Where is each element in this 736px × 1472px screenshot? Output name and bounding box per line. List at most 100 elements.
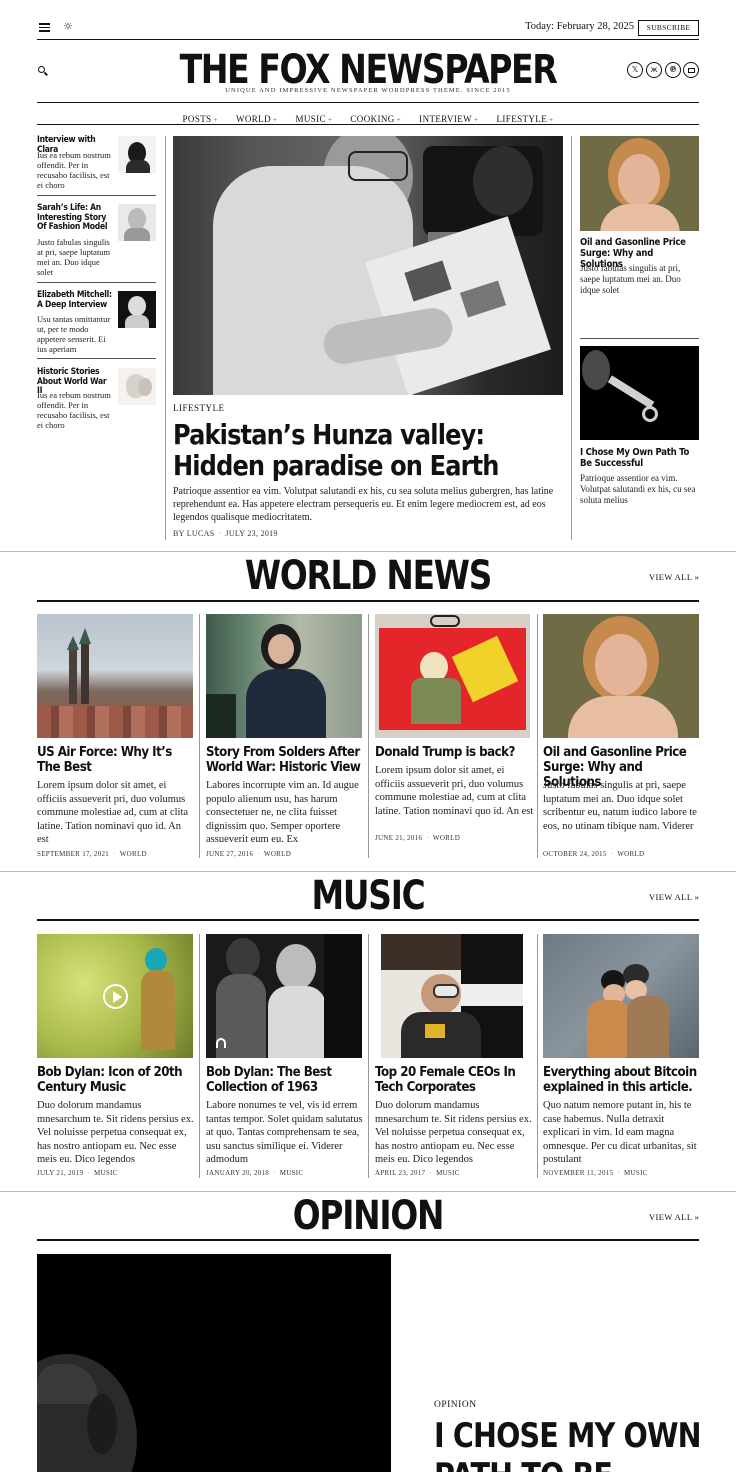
card-meta: JULY 21, 2019 · MUSIC — [37, 1169, 118, 1177]
nav-divider — [37, 124, 699, 125]
audio-icon[interactable] — [216, 1038, 226, 1048]
sidebar-item-title[interactable]: Elizabeth Mitchell: A Deep Interview — [37, 290, 114, 310]
card-image[interactable] — [543, 934, 699, 1058]
sidebar-item-thumbnail[interactable] — [118, 368, 156, 405]
menu-icon[interactable] — [39, 22, 51, 32]
nav-item-world[interactable]: WORLD + — [236, 114, 277, 124]
search-icon[interactable] — [38, 66, 48, 76]
sidebar-right-excerpt: Justo fabulas singulis at pri, saepe lup… — [580, 263, 681, 295]
world-news-view-all[interactable]: VIEW ALL » — [649, 572, 699, 582]
card-category[interactable]: MUSIC — [436, 1169, 460, 1177]
sidebar-item-excerpt: Ius ea rebum nostrum offendit. Per in re… — [37, 150, 111, 190]
hero-category[interactable]: LIFESTYLE — [173, 403, 225, 413]
sidebar-item-thumbnail[interactable] — [118, 291, 156, 328]
hero-title[interactable]: Pakistan’s Hunza valley: Hidden paradise… — [173, 419, 593, 481]
world-news-title[interactable]: WORLD NEWS — [168, 553, 568, 599]
site-title[interactable]: THE FOX NEWSPAPER — [118, 48, 618, 92]
card-title[interactable]: Story From Solders After World War: Hist… — [206, 745, 364, 775]
current-date: Today: February 28, 2025 — [525, 21, 634, 32]
card-category[interactable]: WORLD — [120, 850, 147, 858]
section-divider — [0, 551, 736, 552]
nav-item-lifestyle[interactable]: LIFESTYLE + — [497, 114, 554, 124]
card-title[interactable]: US Air Force: Why It’s The Best — [37, 745, 195, 775]
nav-item-interview[interactable]: INTERVIEW + — [419, 114, 478, 124]
bluesky-icon[interactable]: ж — [646, 62, 662, 78]
card-meta: JUNE 27, 2016 · WORLD — [206, 850, 292, 858]
card-category[interactable]: MUSIC — [280, 1169, 304, 1177]
card-title[interactable]: Bob Dylan: Icon of 20th Century Music — [37, 1065, 195, 1095]
card-image[interactable] — [206, 934, 362, 1058]
opinion-title[interactable]: OPINION — [168, 1193, 568, 1239]
play-icon[interactable] — [103, 984, 128, 1009]
sidebar-item-excerpt: Ius ea rebum nostrum offendit. Per in re… — [37, 390, 111, 430]
card-image[interactable] — [37, 614, 193, 738]
card-title[interactable]: Bob Dylan: The Best Collection of 1963 — [206, 1065, 364, 1095]
site-tagline: UNIQUE AND IMPRESSIVE NEWSPAPER WORDPRES… — [225, 87, 511, 94]
card-category[interactable]: WORLD — [264, 850, 291, 858]
column-divider — [537, 614, 538, 858]
card-title[interactable]: Everything about Bitcoin explained in th… — [543, 1065, 701, 1095]
music-title[interactable]: MUSIC — [168, 873, 568, 919]
card-excerpt: Lorem ipsum dolor sit amet, ei officiis … — [375, 765, 534, 817]
pinterest-icon[interactable]: ℗ — [665, 62, 681, 78]
opinion-image[interactable] — [37, 1254, 391, 1472]
card-image[interactable] — [381, 934, 523, 1058]
sidebar-left-item[interactable]: Historic Stories About World War II Ius … — [37, 367, 156, 430]
sidebar-item-thumbnail[interactable] — [118, 204, 156, 241]
hero-image[interactable] — [173, 136, 563, 395]
opinion-headline[interactable]: I CHOSE MY OWN PATH TO BE — [434, 1416, 724, 1472]
card-image[interactable] — [206, 614, 362, 738]
card-category[interactable]: WORLD — [617, 850, 644, 858]
nav-item-posts[interactable]: POSTS + — [183, 114, 218, 124]
sidebar-left-item[interactable]: Elizabeth Mitchell: A Deep Interview Usu… — [37, 290, 156, 354]
card-image[interactable] — [543, 614, 699, 738]
card-category[interactable]: WORLD — [433, 834, 460, 842]
column-divider — [368, 934, 369, 1178]
column-divider — [368, 614, 369, 858]
column-divider — [537, 934, 538, 1178]
card-excerpt: Duo dolorum mandamus mnesarchum te. Sit … — [375, 1100, 532, 1165]
hero-author[interactable]: BY LUCAS — [173, 529, 214, 538]
section-rule — [37, 600, 699, 602]
card-excerpt: Duo dolorum mandamus mnesarchum te. Sit … — [37, 1100, 194, 1165]
sidebar-right-title[interactable]: I Chose My Own Path To Be Successful — [580, 447, 693, 469]
nav-item-music[interactable]: MUSIC + — [295, 114, 332, 124]
hero-excerpt: Patrioque assentior ea vim. Volutpat sal… — [173, 486, 554, 523]
card-meta: SEPTEMBER 17, 2021 · WORLD — [37, 850, 147, 858]
masthead-divider — [37, 102, 699, 103]
section-rule — [37, 919, 699, 921]
sidebar-right-image[interactable] — [580, 346, 699, 440]
column-divider — [165, 136, 166, 540]
card-image[interactable] — [37, 934, 193, 1058]
sun-icon[interactable]: ☼ — [63, 20, 73, 34]
subscribe-button[interactable]: SUBSCRIBE — [638, 20, 699, 36]
card-excerpt: Lorem ipsum dolor sit amet, ei officiis … — [37, 780, 189, 845]
sidebar-left-item[interactable]: Interview with Clara Ius ea rebum nostru… — [37, 135, 156, 190]
card-meta: JANUARY 20, 2018 · MUSIC — [206, 1169, 304, 1177]
sidebar-right-image[interactable] — [580, 136, 699, 231]
social-links: 𝕏 ж ℗ — [627, 62, 699, 79]
x-icon[interactable]: 𝕏 — [627, 62, 643, 78]
card-excerpt: Justo fabulas singulis at pri, saepe lup… — [543, 780, 697, 832]
mail-icon[interactable] — [683, 62, 699, 78]
opinion-view-all[interactable]: VIEW ALL » — [649, 1212, 699, 1222]
card-excerpt: Quo natum nemore putant in, his te case … — [543, 1100, 697, 1165]
card-excerpt: Labores incorrupte vim an. Id augue popu… — [206, 780, 359, 845]
sidebar-divider — [37, 358, 156, 359]
sidebar-item-excerpt: Usu tantas omittantur ut, per te modo ap… — [37, 314, 111, 354]
sidebar-divider — [37, 195, 156, 196]
sidebar-item-title[interactable]: Sarah’s Life: An Interesting Story Of Fa… — [37, 203, 114, 233]
card-title[interactable]: Donald Trump is back? — [375, 745, 533, 760]
sidebar-item-thumbnail[interactable] — [118, 136, 156, 173]
section-divider — [0, 1191, 736, 1192]
card-category[interactable]: MUSIC — [624, 1169, 648, 1177]
card-category[interactable]: MUSIC — [94, 1169, 118, 1177]
sidebar-right-excerpt: Patrioque assentior ea vim. Volutpat sal… — [580, 473, 696, 505]
card-title[interactable]: Top 20 Female CEOs In Tech Corporates — [375, 1065, 533, 1095]
nav-item-cooking[interactable]: COOKING + — [350, 114, 401, 124]
opinion-category[interactable]: OPINION — [434, 1400, 477, 1410]
music-view-all[interactable]: VIEW ALL » — [649, 892, 699, 902]
sidebar-left-item[interactable]: Sarah’s Life: An Interesting Story Of Fa… — [37, 203, 156, 277]
column-divider — [199, 614, 200, 858]
card-image[interactable] — [375, 614, 530, 738]
